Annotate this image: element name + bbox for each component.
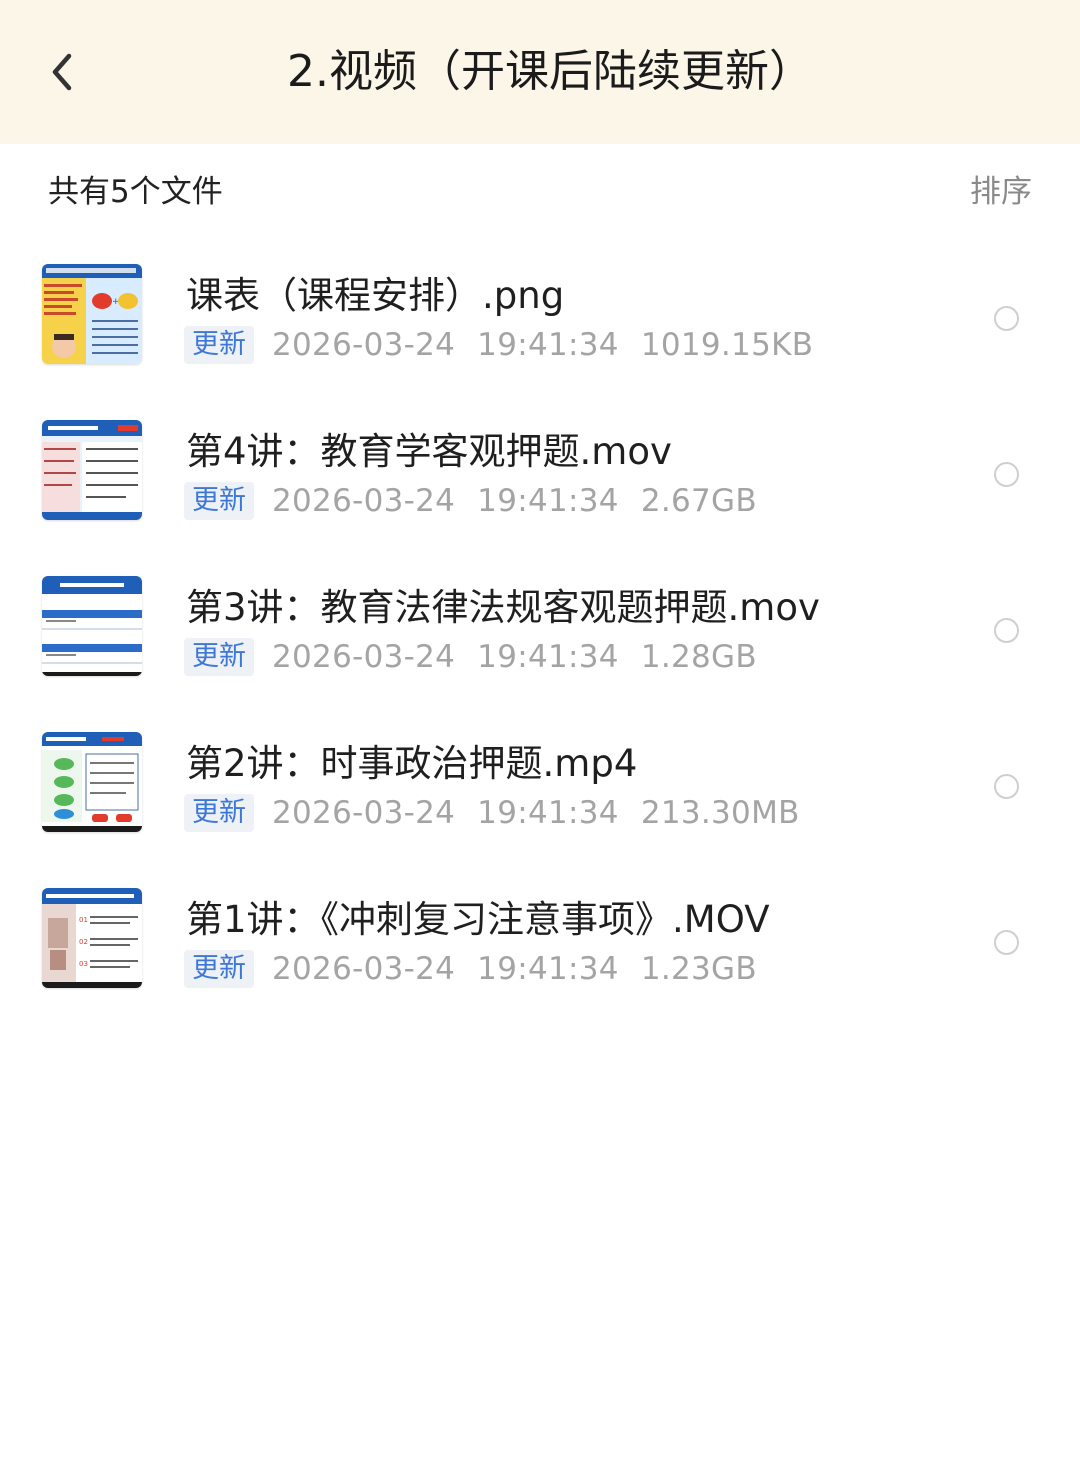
file-meta: 更新 2026-03-24 19:41:34 1.23GB	[184, 949, 757, 989]
file-date: 2026-03-24	[272, 483, 456, 519]
select-radio[interactable]	[994, 306, 1019, 331]
top-bar: 2.视频（开课后陆续更新）	[0, 0, 1080, 144]
select-radio[interactable]	[994, 774, 1019, 799]
file-name: 第1讲：《冲刺复习注意事项》.MOV	[186, 898, 770, 941]
svg-text:02: 02	[79, 938, 88, 946]
video-slide-thumbnail: 01 02 03	[42, 888, 142, 988]
file-row[interactable]: 第4讲：教育学客观押题.mov 更新 2026-03-24 19:41:34 2…	[0, 396, 1080, 552]
select-radio[interactable]	[994, 462, 1019, 487]
file-name: 第4讲：教育学客观押题.mov	[186, 430, 672, 473]
file-meta: 更新 2026-03-24 19:41:34 213.30MB	[184, 793, 800, 833]
file-meta: 更新 2026-03-24 19:41:34 1019.15KB	[184, 325, 813, 365]
file-count-label: 共有5个文件	[48, 174, 223, 210]
video-slide-thumbnail	[42, 732, 142, 832]
update-badge: 更新	[184, 950, 254, 988]
file-size: 1019.15KB	[640, 327, 814, 363]
update-badge: 更新	[184, 794, 254, 832]
svg-text:03: 03	[79, 960, 88, 968]
file-name: 第2讲：时事政治押题.mp4	[186, 742, 638, 785]
file-size: 1.23GB	[640, 951, 757, 987]
file-row[interactable]: 第3讲：教育法律法规客观题押题.mov 更新 2026-03-24 19:41:…	[0, 552, 1080, 708]
video-slide-thumbnail	[42, 420, 142, 520]
file-time: 19:41:34	[477, 327, 619, 363]
select-radio[interactable]	[994, 618, 1019, 643]
schedule-image-thumbnail: +	[42, 264, 142, 364]
sort-button[interactable]: 排序	[970, 172, 1032, 212]
file-name: 课表（课程安排）.png	[186, 274, 565, 317]
select-radio[interactable]	[994, 930, 1019, 955]
list-toolbar: 共有5个文件 排序	[0, 144, 1080, 240]
file-time: 19:41:34	[477, 795, 619, 831]
file-row[interactable]: 第2讲：时事政治押题.mp4 更新 2026-03-24 19:41:34 21…	[0, 708, 1080, 864]
file-size: 213.30MB	[640, 795, 800, 831]
page-title: 2.视频（开课后陆续更新）	[287, 46, 813, 97]
file-size: 2.67GB	[640, 483, 757, 519]
video-slide-thumbnail	[42, 576, 142, 676]
file-meta: 更新 2026-03-24 19:41:34 1.28GB	[184, 637, 757, 677]
update-badge: 更新	[184, 482, 254, 520]
update-badge: 更新	[184, 638, 254, 676]
file-date: 2026-03-24	[272, 327, 456, 363]
update-badge: 更新	[184, 326, 254, 364]
file-date: 2026-03-24	[272, 795, 456, 831]
file-time: 19:41:34	[477, 951, 619, 987]
svg-text:01: 01	[79, 916, 88, 924]
file-row[interactable]: + 课表（课程安排）.png 更新 2026-03-24 19:41:34 10…	[0, 240, 1080, 396]
file-date: 2026-03-24	[272, 951, 456, 987]
file-meta: 更新 2026-03-24 19:41:34 2.67GB	[184, 481, 757, 521]
file-row[interactable]: 01 02 03 第1讲：《冲刺复习注意事项》.MOV 更新 2026-03-2…	[0, 864, 1080, 1020]
file-time: 19:41:34	[477, 639, 619, 675]
file-name: 第3讲：教育法律法规客观题押题.mov	[186, 586, 820, 629]
file-time: 19:41:34	[477, 483, 619, 519]
file-size: 1.28GB	[640, 639, 757, 675]
file-date: 2026-03-24	[272, 639, 456, 675]
